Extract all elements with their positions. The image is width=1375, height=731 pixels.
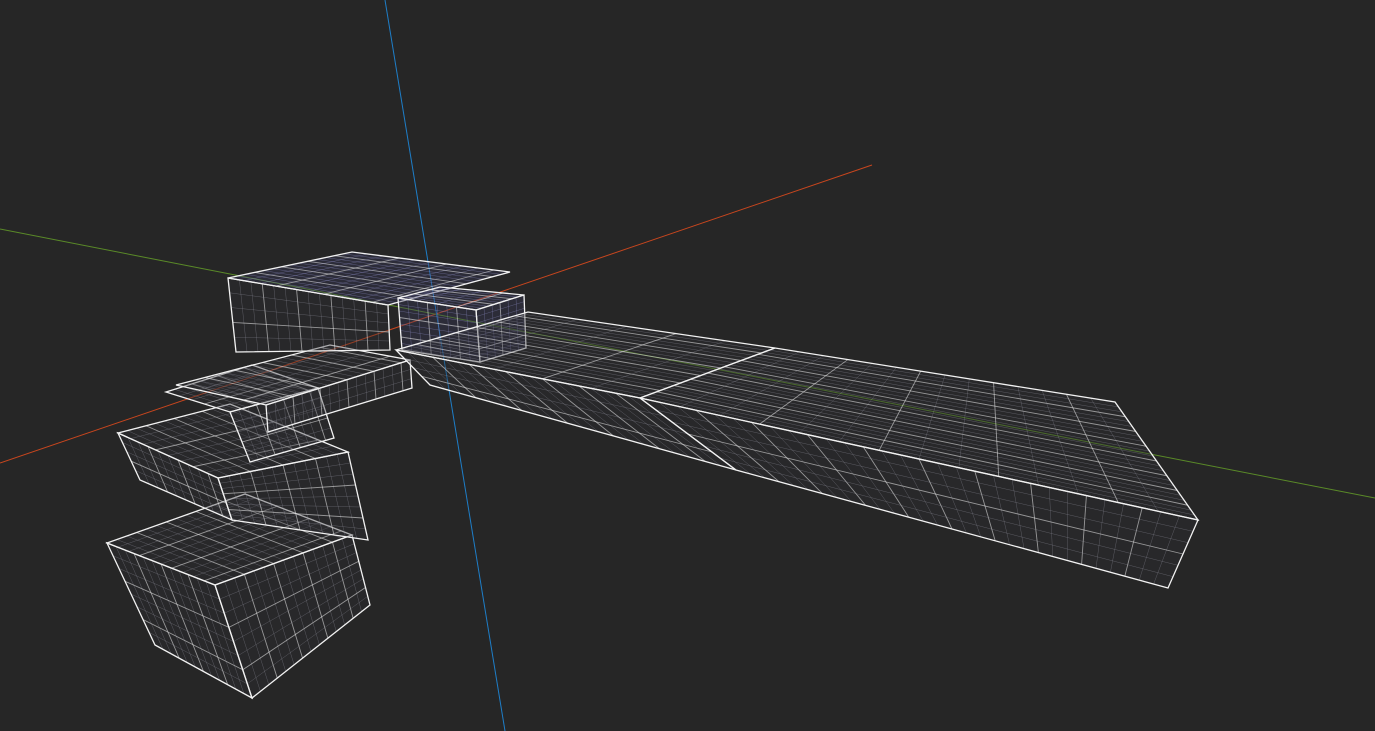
- building-mesh[interactable]: [105, 251, 1200, 700]
- wireframe-scene[interactable]: [0, 0, 1375, 731]
- 3d-viewport[interactable]: [0, 0, 1375, 731]
